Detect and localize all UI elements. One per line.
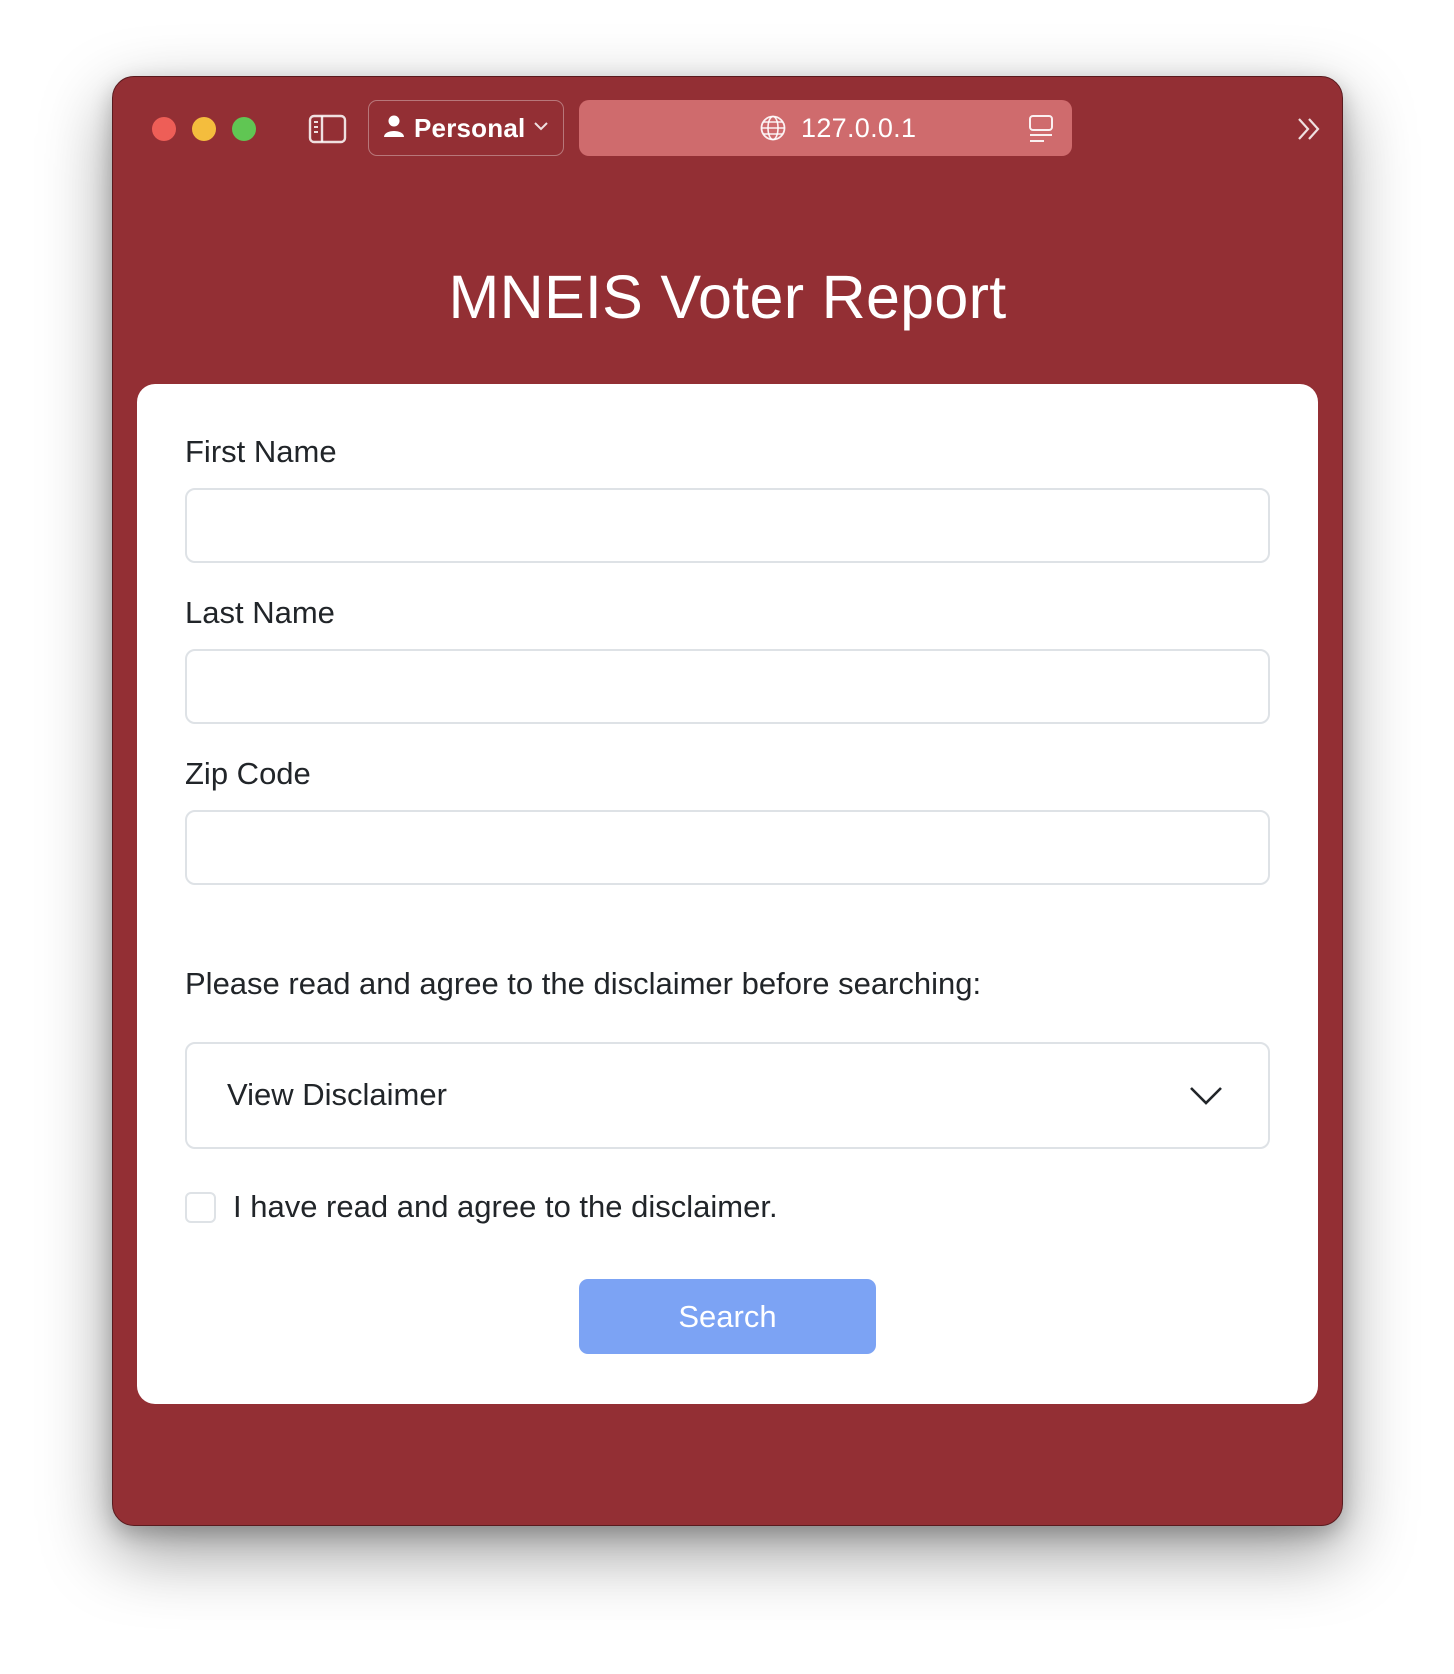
view-disclaimer-toggle[interactable]: View Disclaimer: [185, 1042, 1270, 1149]
first-name-label: First Name: [185, 434, 337, 469]
last-name-label: Last Name: [185, 595, 335, 630]
url-text: 127.0.0.1: [801, 113, 917, 143]
person-icon: [383, 114, 405, 143]
profile-label: Personal: [414, 112, 526, 143]
profile-button[interactable]: Personal: [368, 100, 564, 156]
reader-icon[interactable]: [1027, 113, 1055, 145]
minimize-window-button[interactable]: [192, 117, 216, 141]
page-title: MNEIS Voter Report: [448, 263, 1007, 331]
globe-icon: [759, 114, 787, 142]
close-window-button[interactable]: [152, 117, 176, 141]
zip-code-input[interactable]: [185, 810, 1270, 885]
first-name-input[interactable]: [185, 488, 1270, 563]
search-button[interactable]: Search: [579, 1279, 876, 1354]
agree-label[interactable]: I have read and agree to the disclaimer.: [233, 1189, 778, 1225]
browser-window: Personal 127.0.0.1 MNEIS Voter Report Fi…: [112, 76, 1343, 1526]
sidebar-icon[interactable]: [308, 113, 348, 145]
chevron-down-icon: [533, 119, 549, 137]
search-form-card: First Name Last Name Zip Code Please rea…: [137, 384, 1318, 1404]
zip-code-label: Zip Code: [185, 756, 311, 791]
last-name-input[interactable]: [185, 649, 1270, 724]
browser-toolbar: Personal 127.0.0.1: [113, 77, 1342, 181]
disclaimer-prompt: Please read and agree to the disclaimer …: [185, 966, 982, 1001]
agree-checkbox[interactable]: [185, 1192, 216, 1223]
address-bar[interactable]: 127.0.0.1: [579, 100, 1072, 156]
view-disclaimer-label: View Disclaimer: [227, 1077, 447, 1112]
double-chevron-right-icon[interactable]: [1294, 114, 1324, 144]
chevron-down-icon: [1187, 1082, 1225, 1108]
zoom-window-button[interactable]: [232, 117, 256, 141]
